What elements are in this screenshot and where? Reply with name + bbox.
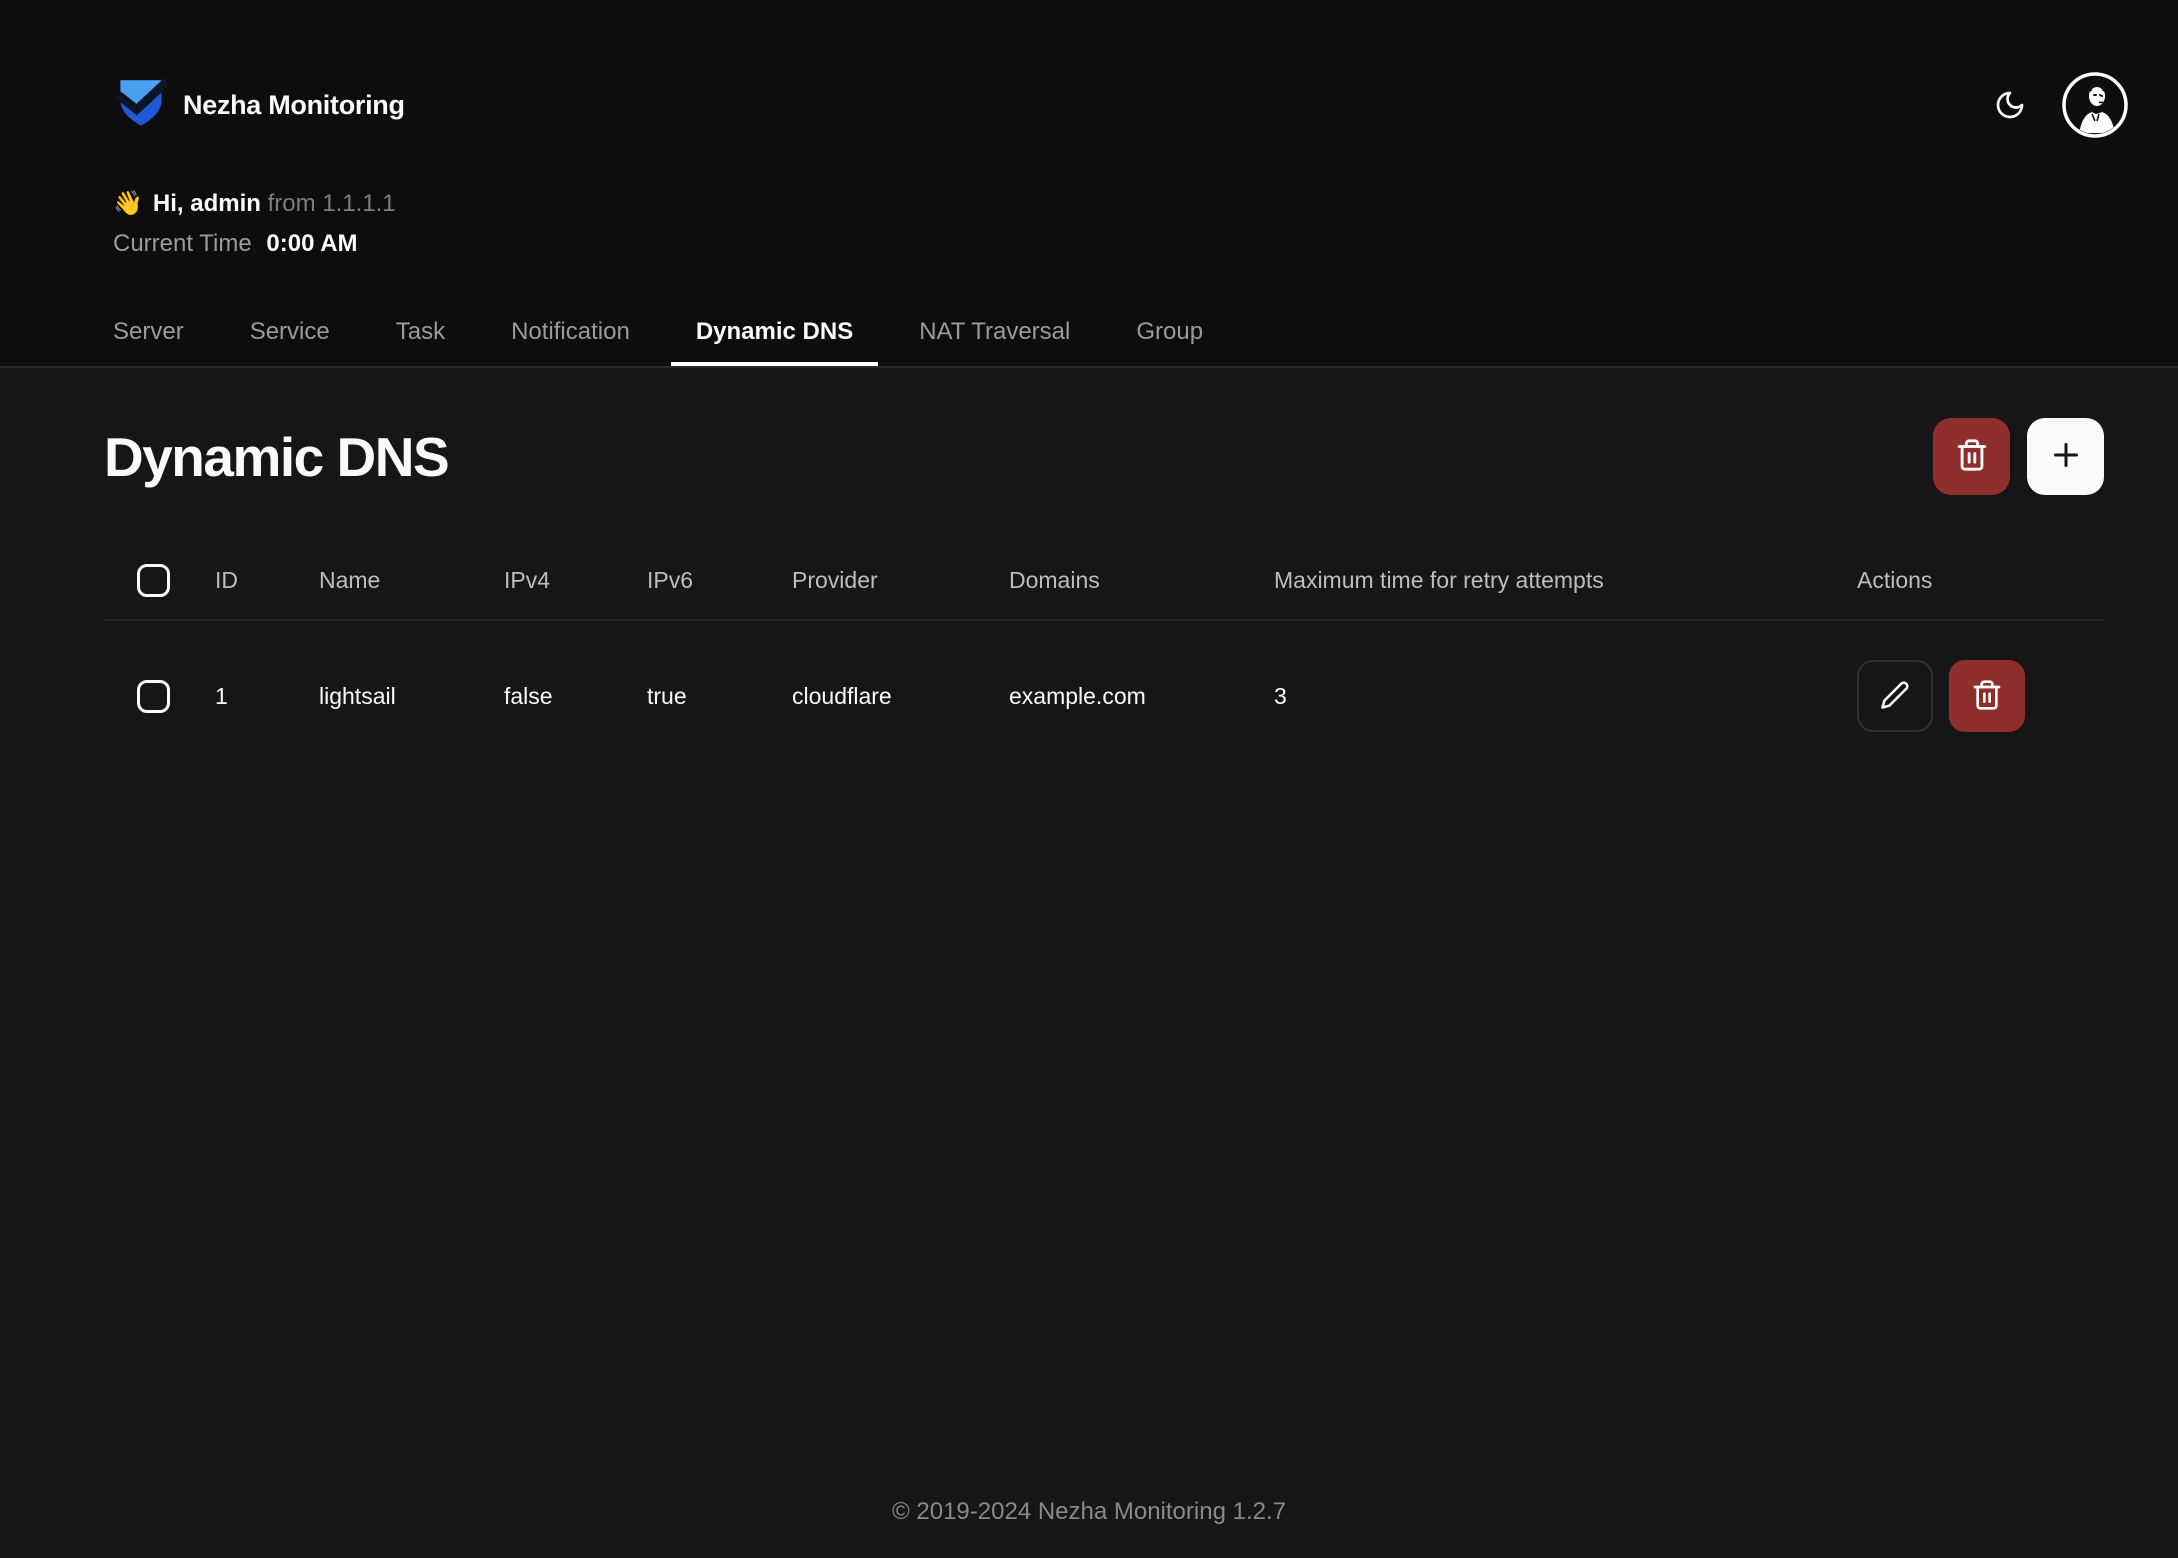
select-all-checkbox[interactable]: [137, 564, 170, 597]
greeting-user: Hi, admin: [153, 190, 261, 217]
page-title-row: Dynamic DNS: [104, 418, 2104, 495]
cell-max-retry: 3: [1274, 683, 1857, 710]
trash-icon: [1971, 679, 2003, 714]
cell-ipv4: false: [504, 683, 647, 710]
row-select-cell: [104, 680, 215, 713]
col-header-id: ID: [215, 567, 319, 594]
copyright-footer: © 2019-2024 Nezha Monitoring 1.2.7: [0, 1498, 2178, 1526]
row-actions-cell: [1857, 660, 2104, 732]
current-time-line: Current Time 0:00 AM: [113, 224, 2178, 264]
table-header-row: ID Name IPv4 IPv6 Provider Domains Maxim…: [104, 541, 2104, 621]
select-all-cell: [104, 564, 215, 597]
nezha-logo-icon: [115, 76, 167, 135]
cell-name: lightsail: [319, 683, 504, 710]
col-header-actions: Actions: [1857, 567, 2104, 594]
greeting-block: 👋 Hi, admin from 1.1.1.1 Current Time 0:0…: [0, 138, 2178, 264]
brand-row: Nezha Monitoring: [0, 0, 2178, 138]
wave-emoji-icon: 👋: [113, 190, 143, 217]
tab-service[interactable]: Service: [225, 302, 355, 366]
col-header-provider: Provider: [792, 567, 1009, 594]
tab-server[interactable]: Server: [88, 302, 209, 366]
col-header-ipv4: IPv4: [504, 567, 647, 594]
col-header-ipv6: IPv6: [647, 567, 792, 594]
cell-provider: cloudflare: [792, 683, 1009, 710]
theme-toggle-moon-icon[interactable]: [1982, 77, 2038, 133]
table-row: 1 lightsail false true cloudflare exampl…: [104, 621, 2104, 771]
greeting-from-ip: from 1.1.1.1: [268, 190, 396, 217]
current-time-label: Current Time: [113, 230, 252, 257]
row-checkbox[interactable]: [137, 680, 170, 713]
col-header-name: Name: [319, 567, 504, 594]
current-time-value: 0:00 AM: [266, 230, 357, 257]
cell-ipv6: true: [647, 683, 792, 710]
pencil-icon: [1880, 680, 1910, 713]
col-header-domains: Domains: [1009, 567, 1274, 594]
tab-notification[interactable]: Notification: [486, 302, 655, 366]
user-avatar[interactable]: [2062, 72, 2128, 138]
delete-row-button[interactable]: [1949, 660, 2025, 732]
app-root: Nezha Monitoring: [0, 0, 2178, 1558]
page-title: Dynamic DNS: [104, 425, 448, 489]
bulk-delete-button[interactable]: [1933, 418, 2010, 495]
tab-task[interactable]: Task: [371, 302, 470, 366]
tab-nat-traversal[interactable]: NAT Traversal: [894, 302, 1095, 366]
main-nav-tabs: Server Service Task Notification Dynamic…: [88, 302, 1228, 366]
cell-id: 1: [215, 683, 319, 710]
brand-title: Nezha Monitoring: [183, 90, 405, 121]
plus-icon: [2048, 437, 2084, 476]
toolbar: [1933, 418, 2104, 495]
col-header-max-retry: Maximum time for retry attempts: [1274, 567, 1857, 594]
greeting-line: 👋 Hi, admin from 1.1.1.1: [113, 184, 2178, 224]
main-content: Dynamic DNS: [0, 368, 2178, 1558]
edit-row-button[interactable]: [1857, 660, 1933, 732]
tab-group[interactable]: Group: [1111, 302, 1228, 366]
trash-icon: [1955, 438, 1989, 475]
add-record-button[interactable]: [2027, 418, 2104, 495]
tab-dynamic-dns[interactable]: Dynamic DNS: [671, 302, 878, 366]
ddns-table: ID Name IPv4 IPv6 Provider Domains Maxim…: [104, 541, 2104, 771]
cell-domains: example.com: [1009, 683, 1274, 710]
top-header: Nezha Monitoring: [0, 0, 2178, 368]
